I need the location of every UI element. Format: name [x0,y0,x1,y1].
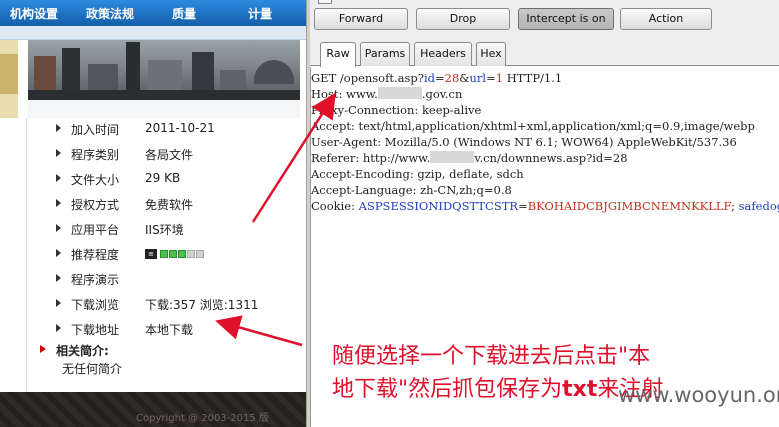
message-tabs: Raw Params Headers Hex [310,40,779,67]
watermark: www.wooyun.org [618,383,779,407]
rating-icon: ≡ [145,249,157,259]
bullet-arrow-icon [56,249,61,257]
request-line: GET /opensoft.asp?id=28&url=1 HTTP/1.1 [311,71,563,85]
info-label: 应用平台 [71,223,120,237]
side-decoration [0,40,18,118]
bullet-arrow-icon [56,199,61,207]
info-label: 文件大小 [71,173,120,187]
nav-item-quality[interactable]: 质量 [172,5,196,22]
bullet-arrow-icon [56,324,61,332]
info-label[interactable]: 程序演示 [71,271,119,288]
bullet-arrow-icon [56,274,61,282]
rating-bar: ≡ [145,249,205,259]
footer-copyright: Copyright @ 2003-2015 版 [136,413,269,424]
nav-substrip [0,26,306,40]
intro-text: 无任何简介 [62,362,123,376]
nav-item-policy[interactable]: 政策法规 [86,5,134,22]
tab-params[interactable]: Params [360,42,410,66]
info-value: 各局文件 [145,148,194,162]
proxy-connection-header: Proxy-Connection: keep-alive [311,103,482,117]
info-label: 授权方式 [71,198,120,212]
redacted-block [377,87,422,99]
info-value: 下载:357 浏览:1311 [145,298,259,312]
redacted-block [430,151,475,163]
bullet-arrow-icon [56,299,61,307]
bullet-arrow-icon [56,224,61,232]
user-agent-header: User-Agent: Mozilla/5.0 (Windows NT 6.1;… [311,135,737,149]
bullet-arrow-icon [56,149,61,157]
accept-encoding-header: Accept-Encoding: gzip, deflate, sdch [311,167,524,181]
forward-button[interactable]: Forward [314,8,408,30]
info-label: 下载浏览 [71,298,120,312]
bullet-arrow-icon [56,174,61,182]
info-label: 程序类别 [71,148,120,162]
nav-item-metrology[interactable]: 计量 [248,5,272,22]
tab-hex[interactable]: Hex [476,42,506,66]
referer-header: Referer: http://www. v.cn/downnews.asp?id… [311,151,628,165]
local-download-link[interactable]: 本地下载 [145,321,193,338]
annotation-line-1: 随便选择一个下载进去后点击"本 [332,344,651,369]
accept-language-header: Accept-Language: zh-CN,zh;q=0.8 [311,183,512,197]
accept-header: Accept: text/html,application/xhtml+xml,… [311,119,755,133]
cookie-header: Cookie: ASPSESSIONIDQSTTCSTR=BKOHAIDCBJG… [311,199,779,213]
info-value: 29 KB [145,171,181,185]
nav-item-org[interactable]: 机构设置 [10,5,58,22]
bullet-arrow-icon [56,124,61,132]
info-label: 推荐程度 [71,248,120,262]
intro-arrow-icon [40,345,46,353]
info-label: 加入时间 [71,123,120,137]
info-value: 2011-10-21 [145,121,215,135]
info-value: IIS环境 [145,223,184,237]
tab-raw[interactable]: Raw [320,42,356,67]
tab-headers[interactable]: Headers [414,42,472,66]
drop-button[interactable]: Drop [416,8,510,30]
action-button[interactable]: Action [620,8,712,30]
site-nav-bar: 机构设置 政策法规 质量 计量 [0,0,306,26]
info-label: 下载地址 [71,323,120,337]
checkbox-icon[interactable] [318,0,332,4]
host-header: Host: www. .gov.cn [311,87,463,101]
intercept-toolbar: Forward Drop Intercept is on Action [310,0,779,40]
intro-title: 相关简介: [56,344,109,358]
city-banner-image [28,40,300,100]
website-panel: 机构设置 政策法规 质量 计量 加入时间 2011-10-21 程序类别 各局文… [0,0,306,427]
intercept-toggle-button[interactable]: Intercept is on [518,8,614,30]
info-value: 免费软件 [145,198,194,212]
